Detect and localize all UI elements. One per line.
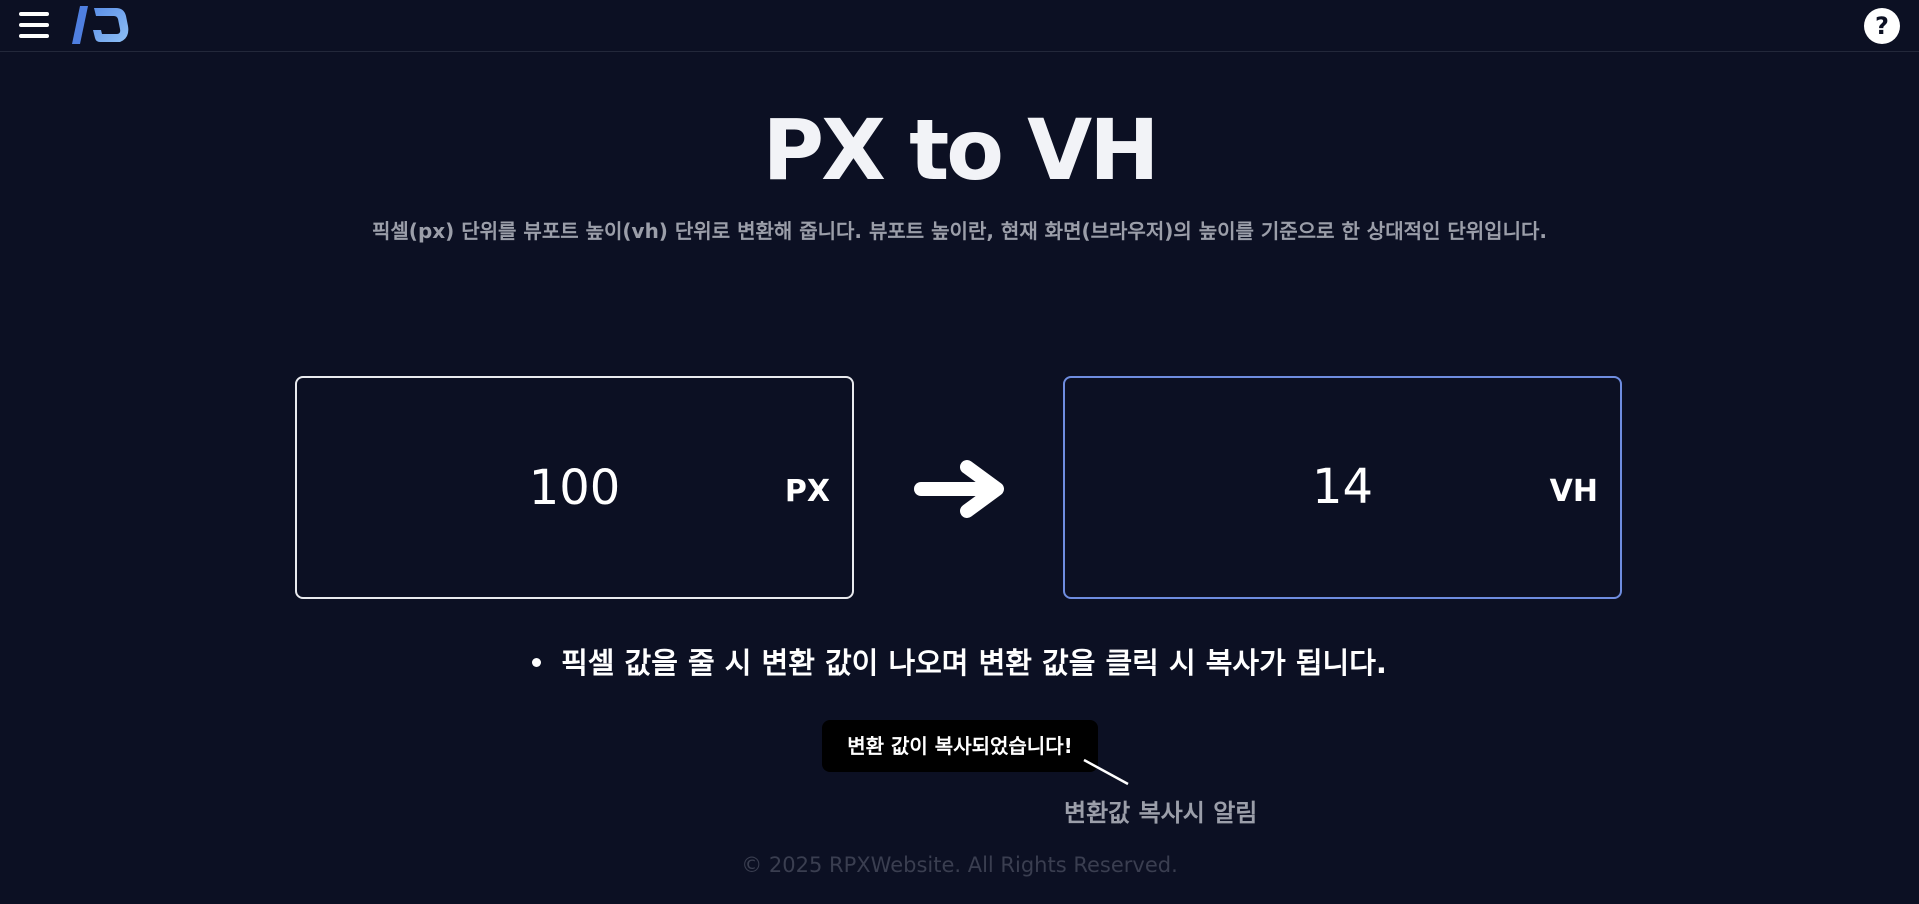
instruction-note: 픽셀 값을 줄 시 변환 값이 나오며 변환 값을 클릭 시 복사가 됩니다. [0,640,1919,682]
toast-caption: 변환값 복사시 알림 [1064,799,1258,827]
top-bar: ? [0,0,1919,52]
arrow-right-icon [914,460,1004,518]
callout-line [1083,758,1129,786]
px-unit-label: PX [784,474,830,509]
copy-toast: 변환 값이 복사되었습니다! [822,720,1098,772]
instruction-text: 픽셀 값을 줄 시 변환 값이 나오며 변환 값을 클릭 시 복사가 됩니다. [561,646,1387,680]
px-input-box[interactable]: PX [295,376,854,599]
bullet-icon [532,657,542,667]
px-value-input[interactable] [297,378,852,597]
rpx-logo-icon[interactable] [70,4,132,48]
help-icon[interactable]: ? [1864,8,1900,44]
vh-unit-label: VH [1549,474,1598,509]
hamburger-menu-icon[interactable] [17,10,51,42]
page-title: PX to VH [762,101,1160,199]
vh-value-output[interactable]: 14 [1065,378,1620,597]
vh-output-box[interactable]: 14 VH [1063,376,1622,599]
footer-copyright: © 2025 RPXWebsite. All Rights Reserved. [741,853,1178,877]
page-subtitle: 픽셀(px) 단위를 뷰포트 높이(vh) 단위로 변환해 줍니다. 뷰포트 높… [372,219,1547,243]
